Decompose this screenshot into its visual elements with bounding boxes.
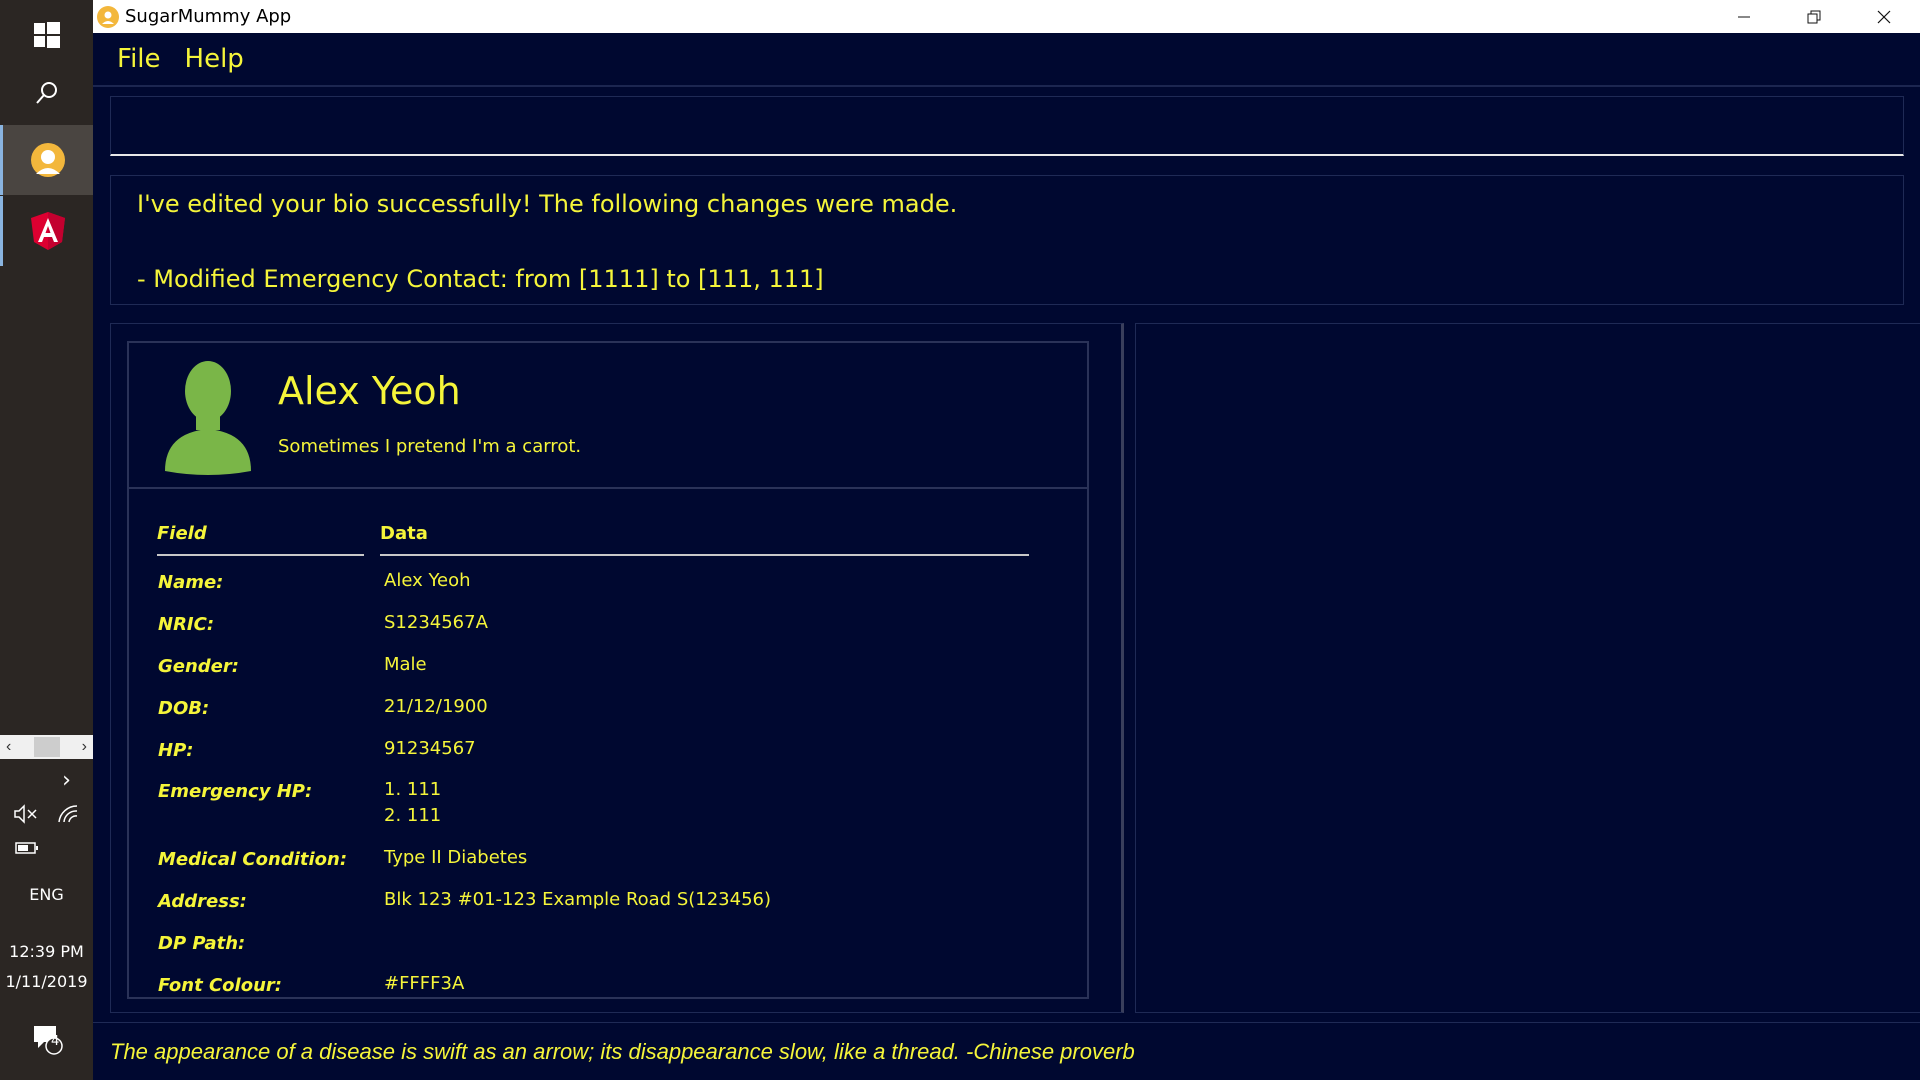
windows-logo-icon xyxy=(33,22,60,48)
bio-panel: Alex Yeoh Sometimes I pretend I'm a carr… xyxy=(110,323,1124,1013)
field-value: 2. 111 xyxy=(384,805,442,826)
menu-file[interactable]: File xyxy=(117,44,161,74)
result-line: I've edited your bio successfully! The f… xyxy=(137,190,958,218)
field-value: Blk 123 #01-123 Example Road S(123456) xyxy=(384,889,772,910)
doctor-app-icon xyxy=(31,143,65,177)
status-bar: The appearance of a disease is swift as … xyxy=(93,1022,1920,1080)
result-line: - Modified Emergency Contact: from [1111… xyxy=(137,265,824,293)
field-value: Type II Diabetes xyxy=(384,847,528,868)
taskbar-app-sugarmummy[interactable] xyxy=(0,125,93,195)
minimize-icon xyxy=(1738,16,1750,17)
notification-count: 4 xyxy=(51,1034,60,1049)
show-hidden-icons-button[interactable]: › xyxy=(0,768,93,793)
menu-help[interactable]: Help xyxy=(185,44,244,74)
column-header-field: Field xyxy=(157,523,364,556)
battery-icon xyxy=(14,842,38,854)
field-label: DP Path: xyxy=(158,933,246,954)
bio-table: Field Data Name: Alex Yeoh NRIC: S123456… xyxy=(127,489,1089,999)
field-value: 1. 111 xyxy=(384,779,442,800)
field-value: 21/12/1900 xyxy=(384,696,488,717)
app-logo-icon xyxy=(97,5,119,28)
result-display: I've edited your bio successfully! The f… xyxy=(110,175,1904,305)
command-input[interactable] xyxy=(110,96,1904,156)
restore-icon xyxy=(1807,10,1821,23)
field-label: Medical Condition: xyxy=(158,849,348,870)
main-area: Alex Yeoh Sometimes I pretend I'm a carr… xyxy=(110,323,1920,1013)
field-label: Gender: xyxy=(158,656,239,677)
field-label: Font Colour: xyxy=(158,975,282,996)
field-label: NRIC: xyxy=(158,614,215,635)
clock-time[interactable]: 12:39 PM xyxy=(0,942,93,961)
chevron-right-icon: › xyxy=(62,768,71,793)
app-window: SugarMummy App File Help I've edited you… xyxy=(93,0,1920,1080)
field-value: S1234567A xyxy=(384,612,488,633)
motivational-quote: The appearance of a disease is swift as … xyxy=(110,1038,1135,1064)
title-bar[interactable]: SugarMummy App xyxy=(93,0,1920,33)
language-indicator[interactable]: ENG xyxy=(0,885,93,904)
window-title: SugarMummy App xyxy=(125,6,292,27)
battery-button[interactable] xyxy=(0,840,93,859)
field-label: Address: xyxy=(158,891,247,912)
windows-taskbar: ‹ › › ENG 12:39 PM 1/11/2019 4 xyxy=(0,0,93,1080)
secondary-panel xyxy=(1135,323,1920,1013)
clock-date[interactable]: 1/11/2019 xyxy=(0,972,93,991)
user-avatar-icon xyxy=(165,361,251,475)
angular-icon xyxy=(31,212,65,250)
search-icon xyxy=(35,82,57,104)
column-header-data: Data xyxy=(380,523,1029,556)
chevron-left-icon[interactable]: ‹ xyxy=(6,738,11,756)
taskbar-app-angular[interactable] xyxy=(0,196,93,266)
minimize-button[interactable] xyxy=(1709,0,1779,33)
close-icon xyxy=(1877,10,1891,23)
field-label: Name: xyxy=(158,572,224,593)
menu-bar: File Help xyxy=(93,33,1920,87)
tray-icons-row xyxy=(0,804,93,828)
field-value: #FFFF3A xyxy=(384,973,465,994)
field-label: Emergency HP: xyxy=(158,781,313,802)
wifi-icon[interactable] xyxy=(56,804,80,824)
scroll-thumb[interactable] xyxy=(33,737,60,757)
field-value: Alex Yeoh xyxy=(384,570,471,591)
field-label: DOB: xyxy=(158,698,210,719)
profile-bio: Sometimes I pretend I'm a carrot. xyxy=(278,436,582,457)
action-center-button[interactable]: 4 xyxy=(0,1022,93,1060)
volume-muted-icon[interactable] xyxy=(13,804,39,824)
field-value: Male xyxy=(384,654,427,675)
profile-name: Alex Yeoh xyxy=(278,369,461,413)
profile-card: Alex Yeoh Sometimes I pretend I'm a carr… xyxy=(127,341,1089,489)
field-value: 91234567 xyxy=(384,738,476,759)
taskbar-scrollbar[interactable]: ‹ › xyxy=(0,735,93,759)
field-label: HP: xyxy=(158,740,194,761)
restore-button[interactable] xyxy=(1779,0,1849,33)
close-button[interactable] xyxy=(1849,0,1919,33)
chevron-right-icon[interactable]: › xyxy=(82,738,87,756)
search-button[interactable] xyxy=(0,58,93,128)
